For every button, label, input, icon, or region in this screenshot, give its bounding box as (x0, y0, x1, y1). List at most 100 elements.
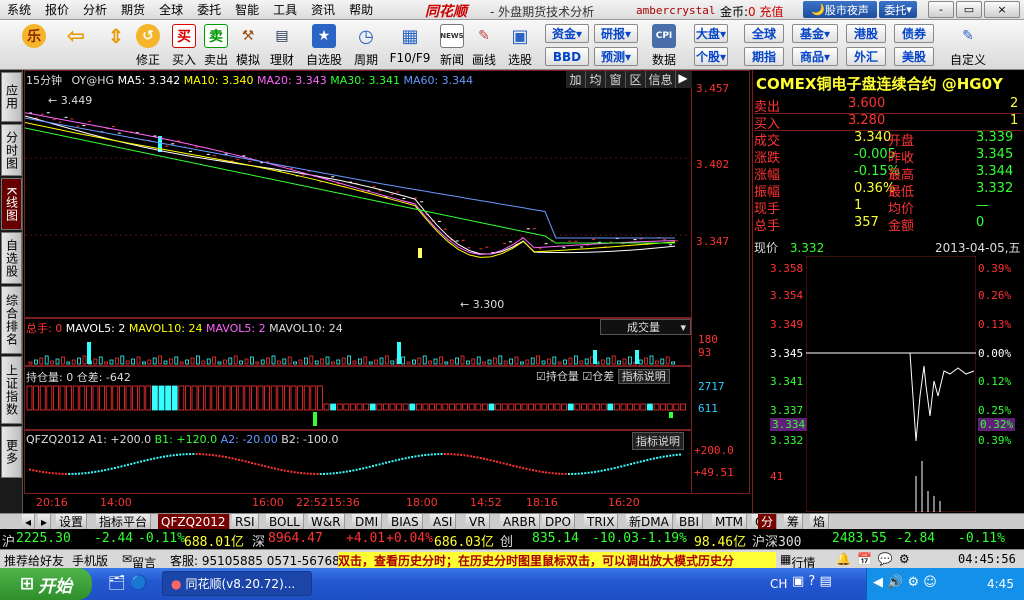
menu-tools[interactable]: 工具 (266, 1, 304, 18)
menu-trade[interactable]: 委托 (190, 1, 228, 18)
forecast-button[interactable]: 预测 ▾ (594, 47, 638, 66)
indicator-tab[interactable]: VR (466, 514, 490, 529)
lang-indicator[interactable]: CH (770, 577, 787, 591)
maximize-button[interactable]: ▭ (956, 1, 982, 18)
us-stock-button[interactable]: 美股 (894, 47, 934, 66)
stock-picker-button[interactable]: ▣ 选股 (500, 22, 540, 68)
indicator-tab[interactable]: BBI (676, 514, 704, 529)
mobile-link[interactable]: 手机版 (72, 552, 108, 569)
indicator-tab[interactable]: ARBR (500, 514, 541, 529)
research-button[interactable]: 研报 ▾ (594, 24, 638, 43)
bbd-button[interactable]: BBD (545, 47, 589, 66)
tab-flame[interactable]: 焰 (810, 514, 830, 529)
hk-stock-button[interactable]: 港股 (846, 24, 886, 43)
tab-kline[interactable]: K线图 (1, 178, 22, 230)
data-button[interactable]: CPI 数据 (644, 22, 684, 68)
username[interactable]: ambercrystal (636, 4, 715, 17)
tab-more[interactable]: 更多 (1, 426, 22, 478)
volume-bar (487, 359, 492, 365)
indicator-tab[interactable]: RSI (232, 514, 259, 529)
close-button[interactable]: × (984, 1, 1020, 18)
menu-smart[interactable]: 智能 (228, 1, 266, 18)
recommend-link[interactable]: 推荐给好友 (4, 552, 64, 569)
tab-intraday-small[interactable]: 分 (758, 514, 778, 529)
tab-shanghai-index[interactable]: 上证指数 (1, 356, 22, 424)
home-button[interactable]: 乐 (14, 22, 54, 68)
indicator-tab[interactable]: TRIX (584, 514, 619, 529)
tab-chips[interactable]: 筹 (784, 514, 804, 529)
menu-system[interactable]: 系统 (0, 1, 38, 18)
f10-button[interactable]: ▦ F10/F9 (390, 22, 431, 68)
indicator-tab[interactable]: QFZQ2012 (158, 514, 230, 529)
qfzq-help-button[interactable]: 指标说明 (632, 432, 684, 450)
info-button[interactable]: 信息 (646, 71, 676, 88)
diff-checkbox[interactable]: ☑ (582, 370, 592, 383)
stock-button[interactable]: 个股 ▾ (694, 47, 728, 66)
bond-button[interactable]: 债券 (894, 24, 934, 43)
qfzq-dot (499, 461, 502, 464)
menu-news[interactable]: 资讯 (304, 1, 342, 18)
tab-apps[interactable]: 应用 (1, 72, 22, 122)
menu-quote[interactable]: 报价 (38, 1, 76, 18)
indicator-tab[interactable]: DMI (352, 514, 383, 529)
draw-line-button[interactable]: ✎ 画线 (464, 22, 504, 68)
period-button[interactable]: ◷ 周期 (346, 22, 386, 68)
menu-analysis[interactable]: 分析 (76, 1, 114, 18)
indicator-dropdown[interactable]: 成交量 ▾ (600, 319, 691, 335)
tab-scroll-right[interactable]: ▸ (38, 514, 52, 529)
watchlist-button[interactable]: ★ 自选股 (304, 22, 344, 68)
customize-button[interactable]: ✎ 自定义 (946, 22, 990, 68)
start-button[interactable]: ⊞ 开始 (0, 568, 92, 600)
global-button[interactable]: 全球 (744, 24, 784, 43)
night-market-button[interactable]: 🌙 股市夜声 (803, 1, 877, 18)
funds-button[interactable]: 资金 ▾ (545, 24, 589, 43)
tab-ranking[interactable]: 综合排名 (1, 286, 22, 354)
status-icons[interactable]: 🔔📅💬⚙ (836, 552, 916, 566)
stat-value: 3.345 (976, 147, 1014, 162)
volume-bar (55, 358, 60, 365)
volume-bar (314, 360, 319, 365)
range-button[interactable]: 区 (626, 71, 646, 88)
average-button[interactable]: 均 (586, 71, 606, 88)
add-button[interactable]: 加 (566, 71, 586, 88)
indicator-tab[interactable]: BIAS (388, 514, 423, 529)
recharge-link[interactable]: 充值 (760, 5, 784, 19)
minimize-button[interactable]: - (928, 1, 954, 18)
tray-icons[interactable]: ◀ 🔊 ⚙ ☺ (873, 575, 937, 590)
taskbar-app-tonghuashun[interactable]: ● 同花顺(v8.20.72)... (162, 571, 312, 596)
arrow-right-icon[interactable]: ▶ (676, 71, 690, 88)
tab-intraday[interactable]: 分时图 (1, 124, 22, 176)
window-button[interactable]: 窗 (606, 71, 626, 88)
volume-bar (460, 355, 465, 365)
back-button[interactable]: ⇦ (56, 22, 96, 68)
indicator-tab[interactable]: W&R (308, 514, 345, 529)
indicator-tab[interactable]: DPO (542, 514, 575, 529)
message-link[interactable]: ✉ 留言 (122, 552, 156, 570)
forex-button[interactable]: 外汇 (846, 47, 886, 66)
stat-value: — (976, 198, 989, 213)
commodity-button[interactable]: 商品 ▾ (792, 47, 838, 66)
quicklaunch-icons[interactable]: 🗂 🔵 (108, 575, 148, 591)
indicator-tab[interactable]: 设置 (56, 514, 88, 529)
indicator-tab[interactable]: BOLL (266, 514, 304, 529)
menu-global[interactable]: 全球 (152, 1, 190, 18)
menu-help[interactable]: 帮助 (342, 1, 380, 18)
tab-watchlist[interactable]: 自选股 (1, 232, 22, 284)
indicator-tab[interactable]: ASI (430, 514, 457, 529)
indicator-tab[interactable]: 新DMA (626, 514, 673, 529)
indicator-tab[interactable]: 指标平台 (96, 514, 152, 529)
ime-icons[interactable]: ▣ ? ▤ (792, 574, 832, 589)
index-futures-button[interactable]: 期指 (744, 47, 784, 66)
refresh-button[interactable]: ↺ 修正 (128, 22, 168, 68)
market-index-button[interactable]: 大盘 ▾ (694, 24, 728, 43)
fund-button[interactable]: 基金 ▾ (792, 24, 838, 43)
oi-checkbox[interactable]: ☑ (536, 370, 546, 383)
volume-bar (552, 356, 557, 365)
quotes-link[interactable]: ▦ 行情 (780, 552, 815, 570)
trade-button[interactable]: 委托 ▾ (879, 1, 917, 18)
finance-button[interactable]: ▤ 理财 (262, 22, 302, 68)
menu-futures[interactable]: 期货 (114, 1, 152, 18)
oi-help-button[interactable]: 指标说明 (617, 369, 670, 384)
tab-scroll-left[interactable]: ◂ (22, 514, 36, 529)
indicator-tab[interactable]: MTM (712, 514, 748, 529)
